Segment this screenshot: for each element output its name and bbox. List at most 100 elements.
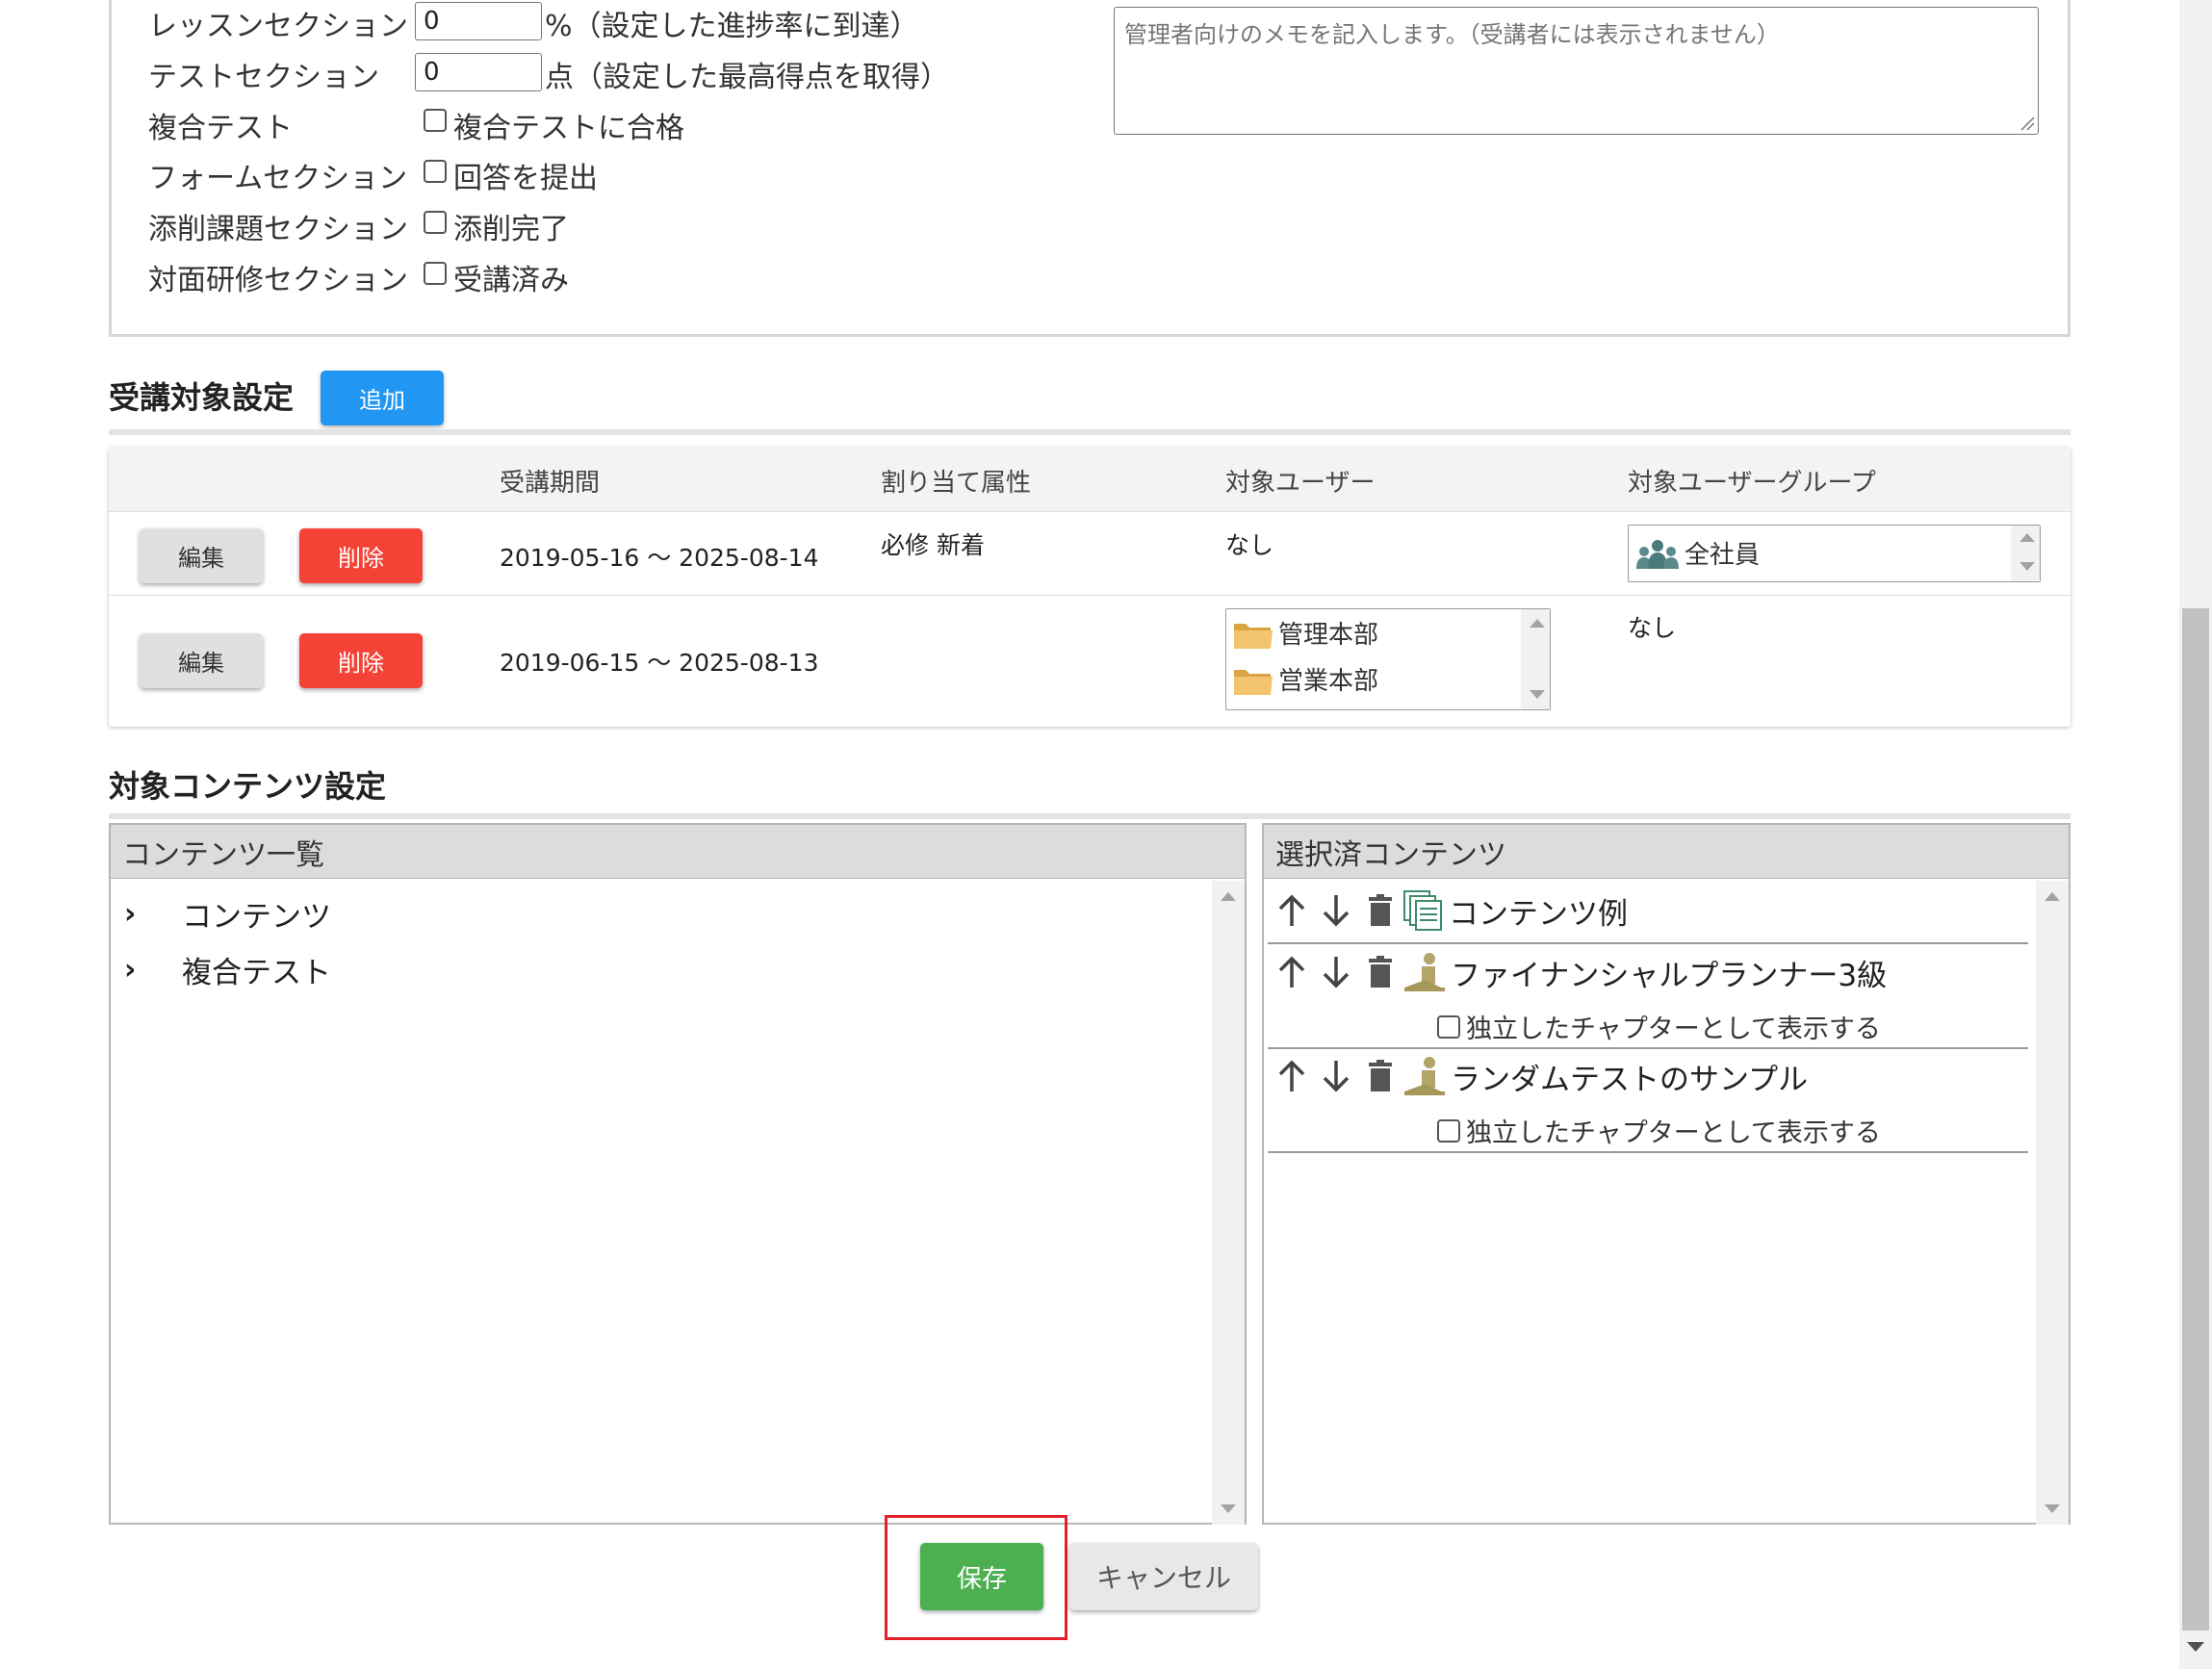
form-section-label: フォームセクション [148, 162, 408, 195]
trash-icon[interactable] [1358, 950, 1402, 994]
independent-chapter-checkbox[interactable] [1437, 1014, 1460, 1039]
correction-done-option: 添削完了 [453, 213, 569, 246]
tree-item-composite-test[interactable]: › 複合テスト [124, 948, 331, 991]
delete-button-row-2[interactable]: 削除 [299, 633, 423, 688]
resize-grip-icon[interactable] [2018, 114, 2035, 131]
page-scroll-down-icon[interactable] [2187, 1642, 2204, 1652]
arrow-up-icon[interactable] [1270, 1054, 1314, 1098]
column-header-attributes: 割り当て属性 [881, 469, 1032, 498]
user-group-item[interactable]: 全社員 [1634, 535, 1760, 571]
period-row-2: 2019-06-15 〜 2025-08-13 [500, 649, 819, 677]
selected-content-scrollbar[interactable] [2036, 881, 2069, 1525]
form-submit-option: 回答を提出 [453, 162, 598, 195]
chevron-right-icon[interactable]: › [124, 897, 182, 931]
target-section-divider [109, 429, 2071, 435]
independent-chapter-checkbox[interactable] [1437, 1118, 1460, 1143]
trash-icon[interactable] [1358, 1054, 1402, 1098]
save-button[interactable]: 保存 [920, 1543, 1043, 1610]
arrow-up-icon[interactable] [1270, 950, 1314, 994]
test-score-input[interactable] [415, 53, 542, 91]
tree-item-label: コンテンツ [182, 900, 331, 935]
scroll-up-icon[interactable] [1221, 892, 1236, 901]
item-divider [1268, 1151, 2028, 1153]
chevron-right-icon[interactable]: › [124, 953, 182, 987]
row-divider [109, 595, 2071, 596]
content-pages-icon [1403, 890, 1442, 931]
target-settings-title: 受講対象設定 [109, 379, 295, 416]
listbox-scrollbar[interactable] [1521, 609, 1550, 709]
attributes-row-1: 必修 新着 [881, 531, 985, 559]
edit-button-row-1[interactable]: 編集 [140, 528, 263, 583]
lesson-person-icon [1404, 953, 1445, 991]
scroll-down-icon[interactable] [2045, 1504, 2060, 1513]
user-list-item-name: 営業本部 [1278, 667, 1379, 696]
scroll-up-icon[interactable] [2019, 533, 2035, 542]
item-divider [1268, 942, 2028, 944]
inperson-attended-checkbox[interactable] [424, 262, 447, 285]
composite-test-checkbox[interactable] [424, 109, 447, 132]
test-section-label: テストセクション [148, 61, 379, 94]
arrow-down-icon[interactable] [1314, 888, 1358, 933]
composite-test-option: 複合テストに合格 [453, 112, 684, 145]
cancel-button[interactable]: キャンセル [1069, 1543, 1258, 1610]
lesson-progress-input[interactable] [415, 2, 542, 40]
selected-item-row: ファイナンシャルプランナー3級 [1270, 950, 1887, 994]
test-score-suffix: 点（設定した最高得点を取得） [545, 61, 949, 94]
scroll-up-icon[interactable] [1530, 619, 1545, 628]
admin-memo-textarea[interactable] [1114, 7, 2039, 135]
tree-item-contents[interactable]: › コンテンツ [124, 892, 331, 936]
correction-done-checkbox[interactable] [424, 211, 447, 234]
folder-icon [1234, 669, 1273, 695]
users-row-1: なし [1225, 531, 1274, 559]
folder-icon [1234, 623, 1273, 649]
correction-section-label: 添削課題セクション [148, 213, 408, 246]
scroll-down-icon[interactable] [1530, 690, 1545, 699]
independent-chapter-option[interactable]: 独立したチャプターとして表示する [1437, 1112, 1881, 1149]
lesson-section-label: レッスンセクション [148, 10, 408, 43]
tree-item-label: 複合テスト [182, 956, 331, 990]
column-header-period: 受講期間 [500, 469, 601, 498]
trash-icon[interactable] [1358, 888, 1402, 933]
selected-item-row: ランダムテストのサンプル [1270, 1054, 1808, 1098]
page-scrollbar-thumb[interactable] [2182, 608, 2209, 1630]
lesson-person-icon [1404, 1057, 1445, 1095]
selected-item-name: コンテンツ例 [1449, 896, 1628, 932]
independent-chapter-option[interactable]: 独立したチャプターとして表示する [1437, 1008, 1881, 1045]
form-submit-checkbox[interactable] [424, 160, 447, 183]
content-settings-title: 対象コンテンツ設定 [109, 768, 387, 805]
inperson-section-label: 対面研修セクション [148, 264, 408, 297]
column-header-user-groups: 対象ユーザーグループ [1628, 469, 1876, 498]
scroll-up-icon[interactable] [2045, 892, 2060, 901]
user-group-icon [1636, 539, 1679, 569]
selected-item-name: ファイナンシャルプランナー3級 [1451, 958, 1888, 993]
column-header-users: 対象ユーザー [1225, 469, 1376, 498]
period-row-1: 2019-05-16 〜 2025-08-14 [500, 544, 819, 572]
selected-item-row: コンテンツ例 [1270, 888, 1628, 933]
arrow-up-icon[interactable] [1270, 888, 1314, 933]
content-list-scrollbar[interactable] [1212, 881, 1245, 1525]
item-divider [1268, 1047, 2028, 1049]
add-target-button[interactable]: 追加 [321, 371, 444, 425]
content-list-header: コンテンツ一覧 [111, 825, 1245, 879]
lesson-progress-suffix: %（設定した進捗率に到達） [545, 10, 919, 43]
user-listbox-row-2[interactable]: 管理本部 営業本部 [1225, 608, 1551, 710]
independent-chapter-label: 独立したチャプターとして表示する [1466, 1014, 1881, 1044]
selected-content-panel: 選択済コンテンツ コンテンツ例 ファイナンシャルプランナー3級 独立したチャプタ… [1262, 823, 2071, 1525]
target-table: 受講期間 割り当て属性 対象ユーザー 対象ユーザーグループ 編集 削除 2019… [109, 448, 2071, 727]
composite-test-label: 複合テスト [148, 112, 293, 145]
scroll-down-icon[interactable] [1221, 1504, 1236, 1513]
arrow-down-icon[interactable] [1314, 1054, 1358, 1098]
content-section-divider [109, 813, 2071, 819]
user-list-item[interactable]: 管理本部 [1232, 615, 1378, 651]
scroll-down-icon[interactable] [2019, 562, 2035, 571]
edit-button-row-2[interactable]: 編集 [140, 633, 263, 688]
user-group-name: 全社員 [1685, 541, 1761, 570]
independent-chapter-label: 独立したチャプターとして表示する [1466, 1118, 1881, 1148]
listbox-scrollbar[interactable] [2011, 526, 2040, 581]
inperson-attended-option: 受講済み [453, 264, 569, 297]
arrow-down-icon[interactable] [1314, 950, 1358, 994]
user-list-item[interactable]: 営業本部 [1232, 661, 1378, 697]
content-list-panel: コンテンツ一覧 › コンテンツ › 複合テスト [109, 823, 1247, 1525]
delete-button-row-1[interactable]: 削除 [299, 528, 423, 583]
user-group-listbox-row-1[interactable]: 全社員 [1628, 525, 2041, 582]
